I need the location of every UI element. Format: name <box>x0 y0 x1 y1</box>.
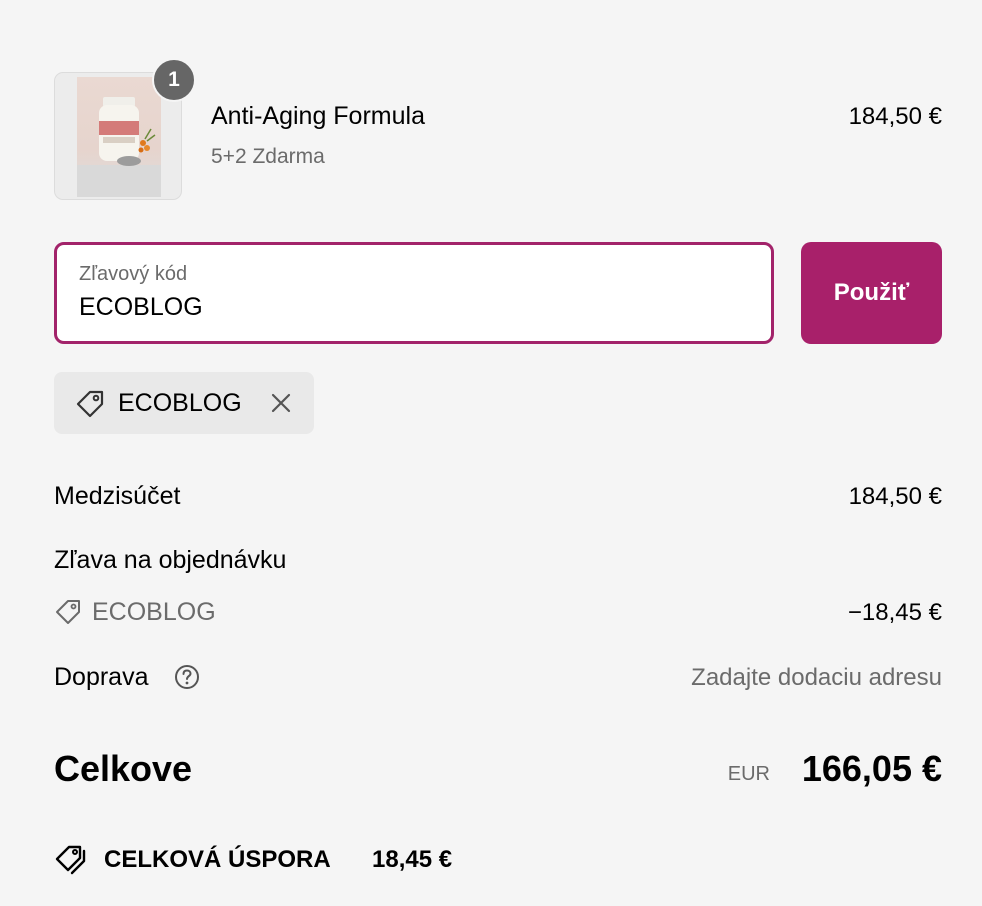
quantity-badge: 1 <box>152 58 196 102</box>
shipping-label: Doprava <box>54 663 149 691</box>
checkout-summary: 1 Anti-Aging Formula 5+2 Zdarma 184,50 €… <box>0 0 982 906</box>
product-bottle-illustration <box>77 97 161 197</box>
close-icon[interactable] <box>268 390 294 416</box>
apply-discount-button[interactable]: Použiť <box>801 242 942 344</box>
order-discount-label: Zľava na objednávku <box>54 546 287 574</box>
total-label: Celkove <box>54 748 193 789</box>
line-item: 1 Anti-Aging Formula 5+2 Zdarma 184,50 € <box>54 58 942 200</box>
discount-code-label: Zľavový kód <box>79 263 188 285</box>
order-discount-value: −18,45 € <box>847 599 942 626</box>
total-savings-label: CELKOVÁ ÚSPORA <box>104 846 331 873</box>
shipping-value: Zadajte dodaciu adresu <box>691 664 942 691</box>
total-value: 166,05 € <box>801 748 942 789</box>
subtotal-value: 184,50 € <box>848 483 942 510</box>
order-discount-code: ECOBLOG <box>92 598 216 626</box>
help-circle-icon[interactable] <box>174 664 200 690</box>
product-title: Anti-Aging Formula <box>211 102 425 130</box>
product-image <box>77 77 161 197</box>
discount-code-input[interactable] <box>79 293 679 322</box>
tags-icon <box>55 845 86 875</box>
product-variant: 5+2 Zdarma <box>211 145 325 168</box>
total-currency: EUR <box>727 763 770 785</box>
subtotal-label: Medzisúčet <box>54 482 181 510</box>
product-price: 184,50 € <box>848 103 942 130</box>
applied-discount-code: ECOBLOG <box>118 389 242 417</box>
discount-code-field[interactable]: Zľavový kód <box>54 242 774 344</box>
tag-icon <box>56 600 80 624</box>
applied-discount-chip: ECOBLOG <box>54 372 314 434</box>
total-savings-value: 18,45 € <box>372 846 453 873</box>
tag-icon <box>76 390 104 418</box>
